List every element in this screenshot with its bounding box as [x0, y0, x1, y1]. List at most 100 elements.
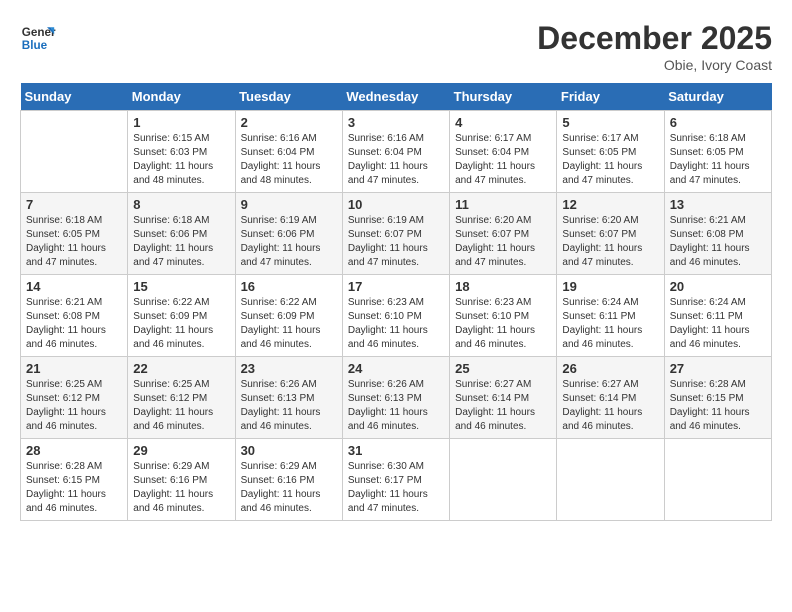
calendar-cell: 18 Sunrise: 6:23 AM Sunset: 6:10 PM Dayli… [450, 275, 557, 357]
day-info: Sunrise: 6:16 AM Sunset: 6:04 PM Dayligh… [348, 132, 444, 188]
calendar-cell: 5 Sunrise: 6:17 AM Sunset: 6:05 PM Daylig… [557, 111, 664, 193]
day-number: 7 [26, 197, 122, 212]
weekday-header-thursday: Thursday [450, 83, 557, 111]
day-number: 13 [670, 197, 766, 212]
day-number: 19 [562, 279, 658, 294]
calendar-cell: 3Sunrise: 6:16 AM Sunset: 6:04 PM Daylig… [342, 111, 449, 193]
day-info: Sunrise: 6:19 AM Sunset: 6:07 PM Dayligh… [348, 214, 444, 270]
calendar-cell: 29 Sunrise: 6:29 AM Sunset: 6:16 PM Dayli… [128, 439, 235, 521]
day-number: 8 [133, 197, 229, 212]
day-info: Sunrise: 6:22 AM Sunset: 6:09 PM Dayligh… [241, 296, 337, 352]
calendar-cell: 24 Sunrise: 6:26 AM Sunset: 6:13 PM Dayli… [342, 357, 449, 439]
day-number: 31 [348, 443, 444, 458]
day-number: 16 [241, 279, 337, 294]
day-info: Sunrise: 6:25 AM Sunset: 6:12 PM Dayligh… [26, 378, 122, 434]
day-number: 9 [241, 197, 337, 212]
day-number: 28 [26, 443, 122, 458]
day-info: Sunrise: 6:24 AM Sunset: 6:11 PM Dayligh… [670, 296, 766, 352]
day-number: 21 [26, 361, 122, 376]
day-info: Sunrise: 6:20 AM Sunset: 6:07 PM Dayligh… [455, 214, 551, 270]
day-info: Sunrise: 6:19 AM Sunset: 6:06 PM Dayligh… [241, 214, 337, 270]
day-info: Sunrise: 6:23 AM Sunset: 6:10 PM Dayligh… [348, 296, 444, 352]
day-info: Sunrise: 6:29 AM Sunset: 6:16 PM Dayligh… [241, 460, 337, 516]
weekday-header-tuesday: Tuesday [235, 83, 342, 111]
day-info: Sunrise: 6:17 AM Sunset: 6:04 PM Dayligh… [455, 132, 551, 188]
day-number: 22 [133, 361, 229, 376]
calendar-cell: 6 Sunrise: 6:18 AM Sunset: 6:05 PM Daylig… [664, 111, 771, 193]
day-number: 23 [241, 361, 337, 376]
day-info: Sunrise: 6:18 AM Sunset: 6:05 PM Dayligh… [670, 132, 766, 188]
day-info: Sunrise: 6:27 AM Sunset: 6:14 PM Dayligh… [562, 378, 658, 434]
day-info: Sunrise: 6:21 AM Sunset: 6:08 PM Dayligh… [26, 296, 122, 352]
weekday-header-monday: Monday [128, 83, 235, 111]
day-info: Sunrise: 6:25 AM Sunset: 6:12 PM Dayligh… [133, 378, 229, 434]
day-info: Sunrise: 6:28 AM Sunset: 6:15 PM Dayligh… [26, 460, 122, 516]
calendar-cell: 19 Sunrise: 6:24 AM Sunset: 6:11 PM Dayli… [557, 275, 664, 357]
day-info: Sunrise: 6:26 AM Sunset: 6:13 PM Dayligh… [241, 378, 337, 434]
day-info: Sunrise: 6:26 AM Sunset: 6:13 PM Dayligh… [348, 378, 444, 434]
calendar-cell: 25Sunrise: 6:27 AM Sunset: 6:14 PM Dayli… [450, 357, 557, 439]
weekday-header-sunday: Sunday [21, 83, 128, 111]
calendar-cell: 31 Sunrise: 6:30 AM Sunset: 6:17 PM Dayli… [342, 439, 449, 521]
calendar-cell [450, 439, 557, 521]
calendar-cell: 8Sunrise: 6:18 AM Sunset: 6:06 PM Daylig… [128, 193, 235, 275]
calendar-cell: 10 Sunrise: 6:19 AM Sunset: 6:07 PM Dayli… [342, 193, 449, 275]
day-number: 6 [670, 115, 766, 130]
day-info: Sunrise: 6:30 AM Sunset: 6:17 PM Dayligh… [348, 460, 444, 516]
calendar-cell: 14 Sunrise: 6:21 AM Sunset: 6:08 PM Dayli… [21, 275, 128, 357]
day-number: 29 [133, 443, 229, 458]
calendar-cell: 23 Sunrise: 6:26 AM Sunset: 6:13 PM Dayli… [235, 357, 342, 439]
day-number: 18 [455, 279, 551, 294]
day-number: 24 [348, 361, 444, 376]
calendar-cell: 16 Sunrise: 6:22 AM Sunset: 6:09 PM Dayli… [235, 275, 342, 357]
day-info: Sunrise: 6:28 AM Sunset: 6:15 PM Dayligh… [670, 378, 766, 434]
calendar-cell: 9 Sunrise: 6:19 AM Sunset: 6:06 PM Daylig… [235, 193, 342, 275]
calendar-cell: 22 Sunrise: 6:25 AM Sunset: 6:12 PM Dayli… [128, 357, 235, 439]
calendar-cell [557, 439, 664, 521]
calendar-week-3: 14 Sunrise: 6:21 AM Sunset: 6:08 PM Dayli… [21, 275, 772, 357]
calendar-cell: 20 Sunrise: 6:24 AM Sunset: 6:11 PM Dayli… [664, 275, 771, 357]
svg-text:Blue: Blue [22, 39, 48, 52]
day-info: Sunrise: 6:22 AM Sunset: 6:09 PM Dayligh… [133, 296, 229, 352]
calendar-cell: 1Sunrise: 6:15 AM Sunset: 6:03 PM Daylig… [128, 111, 235, 193]
calendar-table: SundayMondayTuesdayWednesdayThursdayFrid… [20, 83, 772, 521]
day-number: 14 [26, 279, 122, 294]
calendar-cell: 28 Sunrise: 6:28 AM Sunset: 6:15 PM Dayli… [21, 439, 128, 521]
day-number: 4 [455, 115, 551, 130]
day-info: Sunrise: 6:18 AM Sunset: 6:05 PM Dayligh… [26, 214, 122, 270]
day-info: Sunrise: 6:23 AM Sunset: 6:10 PM Dayligh… [455, 296, 551, 352]
calendar-cell: 27Sunrise: 6:28 AM Sunset: 6:15 PM Dayli… [664, 357, 771, 439]
day-info: Sunrise: 6:16 AM Sunset: 6:04 PM Dayligh… [241, 132, 337, 188]
day-info: Sunrise: 6:17 AM Sunset: 6:05 PM Dayligh… [562, 132, 658, 188]
day-number: 15 [133, 279, 229, 294]
calendar-cell: 21 Sunrise: 6:25 AM Sunset: 6:12 PM Dayli… [21, 357, 128, 439]
calendar-cell: 17Sunrise: 6:23 AM Sunset: 6:10 PM Dayli… [342, 275, 449, 357]
day-info: Sunrise: 6:21 AM Sunset: 6:08 PM Dayligh… [670, 214, 766, 270]
calendar-week-1: 1Sunrise: 6:15 AM Sunset: 6:03 PM Daylig… [21, 111, 772, 193]
weekday-header-friday: Friday [557, 83, 664, 111]
day-number: 25 [455, 361, 551, 376]
day-info: Sunrise: 6:24 AM Sunset: 6:11 PM Dayligh… [562, 296, 658, 352]
day-info: Sunrise: 6:20 AM Sunset: 6:07 PM Dayligh… [562, 214, 658, 270]
day-number: 11 [455, 197, 551, 212]
day-number: 20 [670, 279, 766, 294]
calendar-cell: 13 Sunrise: 6:21 AM Sunset: 6:08 PM Dayli… [664, 193, 771, 275]
location: Obie, Ivory Coast [537, 57, 772, 73]
day-number: 2 [241, 115, 337, 130]
calendar-week-2: 7 Sunrise: 6:18 AM Sunset: 6:05 PM Daylig… [21, 193, 772, 275]
calendar-header-row: SundayMondayTuesdayWednesdayThursdayFrid… [21, 83, 772, 111]
day-info: Sunrise: 6:29 AM Sunset: 6:16 PM Dayligh… [133, 460, 229, 516]
title-block: December 2025 Obie, Ivory Coast [537, 20, 772, 73]
calendar-cell: 15 Sunrise: 6:22 AM Sunset: 6:09 PM Dayli… [128, 275, 235, 357]
day-number: 10 [348, 197, 444, 212]
calendar-body: 1Sunrise: 6:15 AM Sunset: 6:03 PM Daylig… [21, 111, 772, 521]
day-number: 5 [562, 115, 658, 130]
calendar-cell: 26Sunrise: 6:27 AM Sunset: 6:14 PM Dayli… [557, 357, 664, 439]
weekday-header-wednesday: Wednesday [342, 83, 449, 111]
calendar-cell [664, 439, 771, 521]
calendar-cell: 11 Sunrise: 6:20 AM Sunset: 6:07 PM Dayli… [450, 193, 557, 275]
day-number: 12 [562, 197, 658, 212]
calendar-cell: 4 Sunrise: 6:17 AM Sunset: 6:04 PM Daylig… [450, 111, 557, 193]
day-info: Sunrise: 6:15 AM Sunset: 6:03 PM Dayligh… [133, 132, 229, 188]
page-header: General Blue December 2025 Obie, Ivory C… [20, 20, 772, 73]
